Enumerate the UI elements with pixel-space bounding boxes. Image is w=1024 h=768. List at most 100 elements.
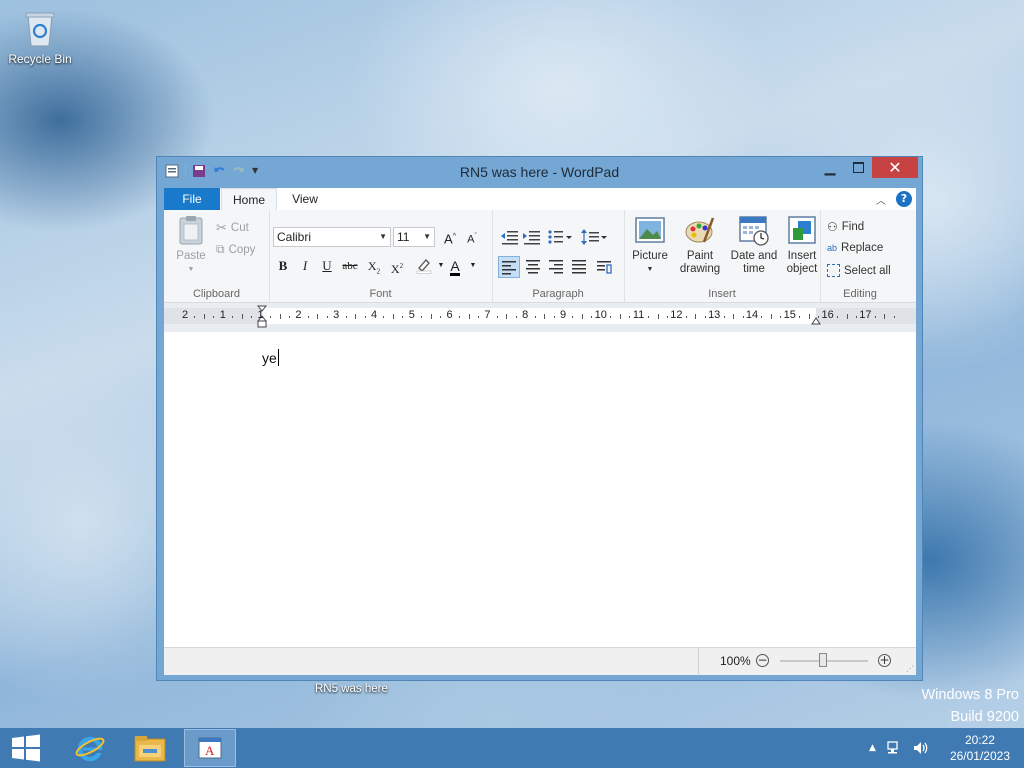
picture-icon (634, 214, 666, 246)
ruler-tick (430, 314, 432, 319)
recycle-bin-icon (23, 8, 57, 48)
show-hidden-icons-icon[interactable]: ▲ (869, 743, 876, 753)
paint-drawing-label-line1: Paint (686, 250, 714, 262)
paragraph-settings-icon[interactable] (594, 257, 614, 277)
recycle-bin[interactable]: Recycle Bin (6, 8, 74, 66)
ruler-tick (666, 316, 668, 318)
right-indent-marker-icon[interactable] (811, 315, 821, 328)
start-button[interactable] (0, 729, 52, 767)
ruler-tick (704, 316, 706, 318)
select-all-button[interactable]: Select all (827, 264, 891, 277)
document-area[interactable]: ye (164, 332, 916, 647)
ruler-tick (326, 316, 328, 318)
minimize-ribbon-chevron-icon[interactable]: ︿ (876, 192, 886, 207)
text-color-icon[interactable]: A (445, 256, 465, 276)
ribbon-tabs: File Home View ︿ ? (164, 188, 916, 211)
windows-logo-icon (12, 734, 40, 762)
copy-button[interactable]: ⧉ Copy (216, 242, 255, 257)
cut-button[interactable]: ✂ Cut (216, 220, 249, 236)
font-size-select[interactable]: 11 ▼ (393, 227, 435, 247)
font-family-select[interactable]: Calibri ▼ (273, 227, 391, 247)
font-size-value: 11 (397, 230, 410, 244)
minimize-button[interactable]: ▁ (816, 157, 844, 178)
copy-icon: ⧉ (216, 242, 225, 256)
picture-button[interactable]: Picture ▼ (628, 214, 672, 276)
underline-icon[interactable]: U (317, 256, 337, 276)
bullets-icon[interactable] (547, 227, 573, 247)
watermark-build: Build 9200 (950, 709, 1019, 725)
maximize-icon (852, 162, 864, 173)
title-bar[interactable]: ▼ RN5 was here - WordPad ▁ ✕ (157, 157, 922, 187)
ruler-number: 9 (559, 309, 567, 321)
ruler-tick (874, 316, 876, 318)
insert-object-button[interactable]: Insert object (784, 214, 820, 276)
zoom-out-button[interactable]: − (756, 654, 769, 667)
editing-group-label: Editing (843, 288, 877, 300)
minimize-icon: ▁ (824, 159, 836, 176)
strikethrough-icon[interactable]: abc (340, 256, 360, 276)
resize-grip-icon[interactable]: ⋰ (906, 664, 914, 673)
tab-home[interactable]: Home (221, 188, 277, 211)
increase-indent-icon[interactable] (522, 227, 542, 247)
wordpad-window: ▼ RN5 was here - WordPad ▁ ✕ File Home V… (156, 156, 923, 681)
ruler-tick (723, 316, 725, 318)
select-all-label: Select all (844, 264, 891, 277)
zoom-in-button[interactable]: + (878, 654, 891, 667)
align-center-icon[interactable] (523, 257, 543, 277)
grow-font-icon[interactable]: A^ (440, 227, 460, 247)
network-icon[interactable] (886, 740, 902, 756)
tab-view[interactable]: View (280, 188, 330, 210)
paint-drawing-button[interactable]: Paint drawing (676, 214, 724, 276)
zoom-level: 100% (720, 654, 751, 668)
minus-icon: − (757, 653, 768, 667)
text-color-dropdown-icon[interactable]: ▼ (463, 256, 483, 276)
ruler[interactable]: 2 1 1 2 3 4 5 6 7 8 9 10 11 12 13 14 15 16 17 (164, 303, 916, 333)
taskbar-file-explorer[interactable] (124, 729, 176, 767)
align-right-icon[interactable] (546, 257, 566, 277)
close-button[interactable]: ✕ (872, 157, 918, 178)
recycle-bin-label: Recycle Bin (8, 52, 72, 66)
replace-button[interactable]: ab Replace (827, 242, 883, 254)
insert-group-label: Insert (708, 288, 736, 300)
paste-button[interactable]: Paste ▼ (172, 214, 210, 276)
ruler-tick (421, 316, 423, 318)
paint-drawing-label-line2: drawing (679, 263, 721, 275)
select-all-icon (827, 264, 840, 277)
tab-file[interactable]: File (164, 188, 220, 210)
ruler-tick (402, 316, 404, 318)
ruler-tick (241, 314, 243, 319)
justify-icon[interactable] (569, 257, 589, 277)
find-label: Find (841, 221, 865, 233)
clock-date: 26/01/2023 (949, 749, 1010, 763)
ruler-number: 1 (219, 309, 226, 321)
taskbar-wordpad[interactable]: A (184, 729, 236, 767)
ruler-number: 11 (632, 309, 645, 321)
window-title: RN5 was here - WordPad (459, 164, 620, 180)
italic-icon[interactable]: I (295, 256, 315, 276)
ruler-tick (770, 314, 772, 319)
line-spacing-icon[interactable] (580, 227, 608, 247)
zoom-slider-thumb[interactable] (819, 653, 827, 667)
ruler-tick (553, 316, 555, 318)
taskbar-clock[interactable]: 20:22 26/01/2023 (950, 732, 1010, 764)
decrease-indent-icon[interactable] (500, 227, 520, 247)
maximize-button[interactable] (844, 157, 872, 178)
help-icon[interactable]: ? (896, 191, 912, 207)
ruler-number: 2 (295, 309, 302, 321)
shrink-font-icon[interactable]: Aˇ (462, 227, 482, 247)
taskbar-internet-explorer[interactable] (64, 729, 116, 767)
date-time-label-line1: Date and (730, 250, 778, 262)
ruler-tick (648, 316, 650, 318)
ruler-tick (203, 314, 205, 319)
subscript-icon[interactable]: X2 (364, 256, 384, 276)
align-left-icon[interactable] (498, 256, 520, 278)
font-group: Calibri ▼ 11 ▼ A^ Aˇ B I U abc X2 X2 ▼ A… (269, 210, 493, 302)
bold-icon[interactable]: B (273, 256, 293, 276)
calendar-clock-icon (738, 214, 770, 246)
volume-icon[interactable] (912, 740, 930, 756)
date-time-button[interactable]: Date and time (727, 214, 781, 276)
superscript-icon[interactable]: X2 (387, 256, 407, 276)
ruler-tick (534, 316, 536, 318)
find-button[interactable]: ⚇ Find (827, 220, 864, 234)
ruler-tick (279, 314, 281, 319)
